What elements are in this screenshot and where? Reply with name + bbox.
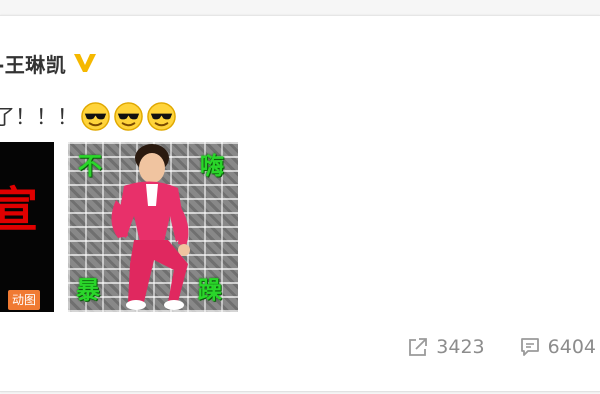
sticker-char: 躁 [198, 276, 222, 304]
author-name[interactable]: -王琳凯 [0, 49, 66, 78]
image-thumbnail-gif[interactable]: 宣 动图 [0, 142, 54, 312]
sticker-char: 嗨 [200, 152, 224, 180]
cool-sunglasses-emoji-icon [81, 101, 110, 131]
page: -王琳凯 了！！！ 宣 动图 不 嗨 暴 躁 3423 6404 [0, 0, 600, 394]
share-button[interactable]: 3423 [407, 336, 485, 358]
thumbnail-text: 宣 [0, 182, 39, 238]
author-row: -王琳凯 [0, 48, 98, 78]
sticker-char: 不 [78, 152, 102, 180]
person-in-pink-suit-illustration [111, 144, 190, 310]
verified-v-icon [72, 51, 98, 75]
post-actions: 3423 6404 [407, 333, 596, 361]
comment-button[interactable]: 6404 [519, 336, 596, 358]
cool-sunglasses-emoji-icon [114, 101, 143, 131]
cool-sunglasses-emoji-icon [147, 101, 176, 131]
share-count: 3423 [436, 336, 485, 358]
comment-icon [520, 338, 539, 356]
gif-badge: 动图 [8, 290, 41, 310]
post-text-row: 了！！！ [0, 98, 177, 134]
sticker-char: 暴 [76, 276, 100, 304]
image-thumbnail-sticker[interactable]: 不 嗨 暴 躁 [68, 142, 238, 312]
share-icon [409, 338, 428, 356]
post-text: 了！！！ [0, 105, 78, 129]
comment-count: 6404 [547, 336, 596, 358]
